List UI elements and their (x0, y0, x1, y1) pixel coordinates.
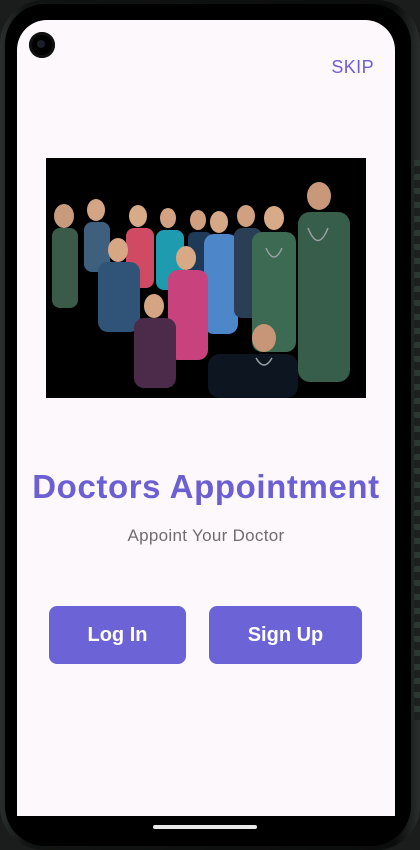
doctors-group-illustration (46, 158, 366, 398)
side-decoration (414, 160, 420, 720)
page-title: Doctors Appointment (32, 468, 380, 505)
skip-button[interactable]: SKIP (331, 57, 374, 78)
front-camera-icon (29, 32, 55, 58)
hero-image (46, 158, 366, 398)
page-subtitle: Appoint Your Doctor (127, 526, 285, 545)
phone-frame: SKIP Doctors Appointment Appoint Your Do… (0, 0, 420, 850)
app-screen: SKIP Doctors Appointment Appoint Your Do… (17, 20, 395, 816)
home-indicator[interactable] (153, 825, 257, 829)
signup-button[interactable]: Sign Up (209, 606, 362, 664)
login-button[interactable]: Log In (49, 606, 186, 664)
